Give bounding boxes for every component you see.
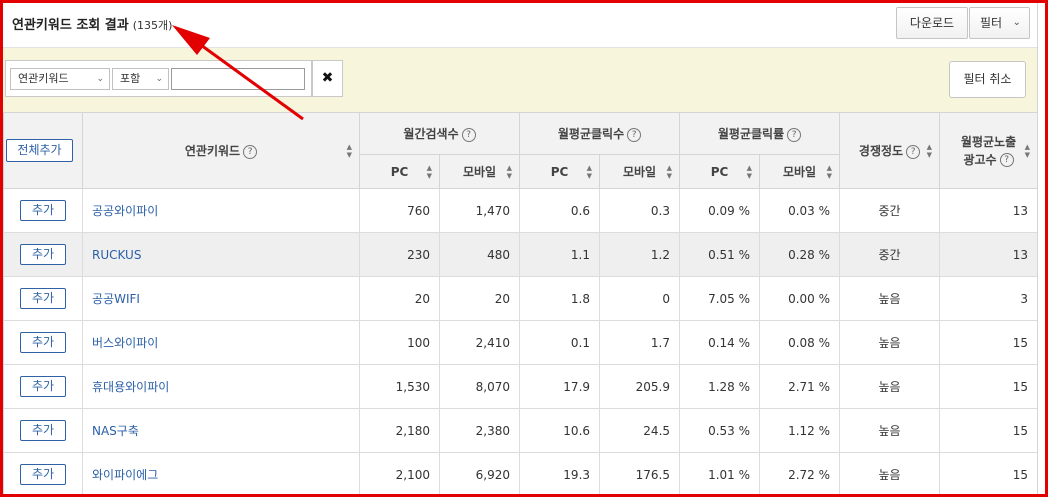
highlight-frame: [0, 0, 1048, 497]
